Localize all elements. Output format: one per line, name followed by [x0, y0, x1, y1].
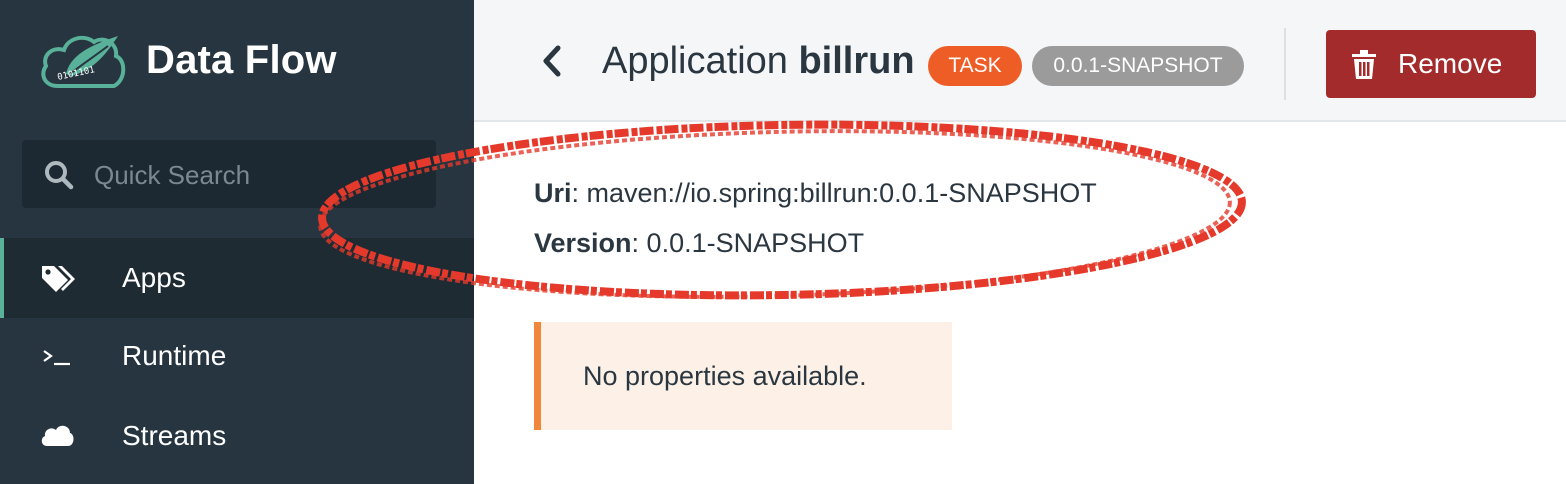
spring-cloud-logo[interactable]: 0101101 [36, 28, 128, 94]
title-prefix: Application [602, 40, 788, 82]
version-row: Version: 0.0.1-SNAPSHOT [534, 228, 864, 259]
app-title: Data Flow [146, 38, 337, 82]
page-title: Application billrun [602, 36, 915, 86]
remove-button[interactable]: Remove [1326, 30, 1536, 98]
sidebar: 0101101 Data Flow Apps Runtime Streams [0, 0, 474, 484]
search-input[interactable] [92, 140, 426, 210]
version-badge: 0.0.1-SNAPSHOT [1032, 46, 1244, 86]
notice-text: No properties available. [583, 361, 867, 391]
version-value: : 0.0.1-SNAPSHOT [631, 228, 865, 258]
back-chevron-icon[interactable] [540, 44, 564, 78]
sidebar-item-apps[interactable]: Apps [0, 238, 474, 318]
uri-label: Uri [534, 178, 572, 208]
search-icon [45, 161, 74, 190]
terminal-icon [43, 350, 70, 366]
remove-label: Remove [1398, 48, 1503, 79]
version-label: Version [534, 228, 632, 258]
cloud-icon [41, 425, 74, 446]
uri-row: Uri: maven://io.spring:billrun:0.0.1-SNA… [534, 178, 1097, 209]
application-name: billrun [798, 40, 915, 82]
no-properties-notice: No properties available. [534, 322, 952, 430]
sidebar-item-runtime[interactable]: Runtime [0, 316, 474, 396]
sidebar-item-label: Streams [122, 420, 227, 451]
sidebar-item-label: Apps [122, 262, 186, 293]
type-badge: TASK [928, 46, 1022, 86]
quick-search[interactable] [22, 140, 436, 210]
tags-icon [42, 266, 75, 292]
page-header: Application billrun TASK 0.0.1-SNAPSHOT … [474, 0, 1566, 122]
sidebar-item-label: Runtime [122, 340, 227, 371]
uri-value: : maven://io.spring:billrun:0.0.1-SNAPSH… [571, 178, 1097, 208]
trash-icon [1352, 50, 1376, 79]
header-divider [1284, 28, 1286, 100]
sidebar-item-streams[interactable]: Streams [0, 396, 474, 476]
